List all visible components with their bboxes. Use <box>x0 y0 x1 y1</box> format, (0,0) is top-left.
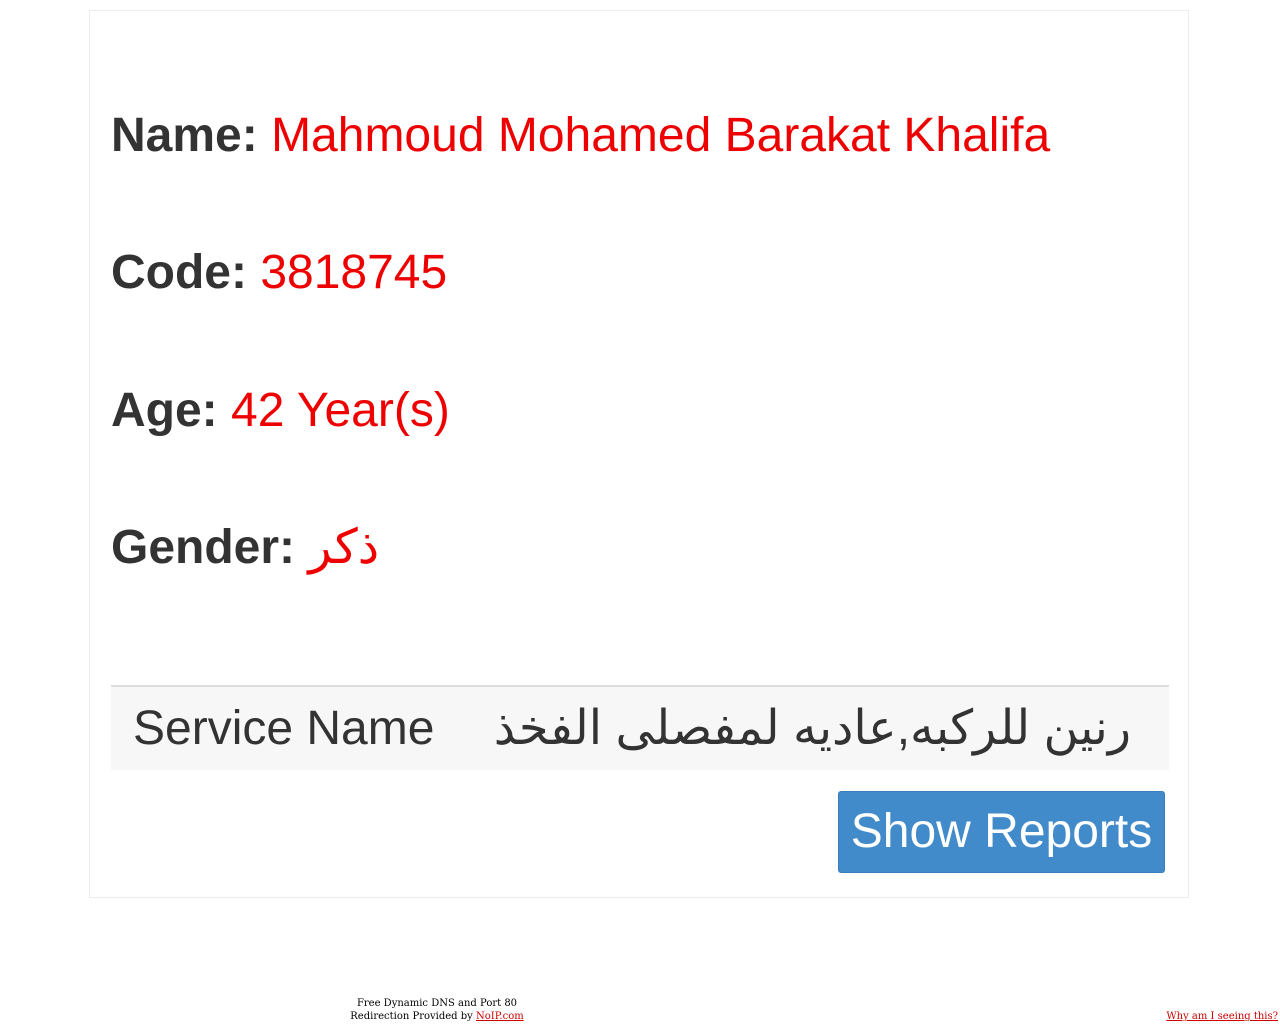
code-label: Code: <box>111 246 247 299</box>
age-field: Age: 42 Year(s) <box>111 383 450 439</box>
gender-value: ذكر <box>308 521 380 574</box>
name-label: Name: <box>111 109 258 162</box>
service-name-value: رنين للركبه,عاديه لمفصلى الفخذ <box>493 702 1131 755</box>
gender-label: Gender: <box>111 521 296 574</box>
code-value: 3818745 <box>260 246 448 299</box>
footer-line-2: Redirection Provided by NoIP.com <box>330 1010 544 1023</box>
age-label: Age: <box>111 384 218 437</box>
why-footer: Why am I seeing this? <box>1166 1010 1278 1023</box>
show-reports-button[interactable]: Show Reports <box>838 791 1165 873</box>
noip-footer: Free Dynamic DNS and Port 80 Redirection… <box>330 997 544 1023</box>
service-name-label: Service Name <box>133 702 435 755</box>
code-field: Code: 3818745 <box>111 245 447 301</box>
name-field: Name: Mahmoud Mohamed Barakat Khalifa <box>111 108 1050 164</box>
footer-line-1: Free Dynamic DNS and Port 80 <box>356 998 518 1009</box>
age-value: 42 Year(s) <box>231 384 450 437</box>
name-value: Mahmoud Mohamed Barakat Khalifa <box>271 109 1051 162</box>
patient-card: Name: Mahmoud Mohamed Barakat Khalifa Co… <box>89 10 1189 898</box>
why-am-i-seeing-this-link[interactable]: Why am I seeing this? <box>1166 1011 1278 1022</box>
noip-link[interactable]: NoIP.com <box>476 1011 524 1022</box>
footer-line-2-prefix: Redirection Provided by <box>350 1011 473 1022</box>
gender-field: Gender: ذكر <box>111 520 379 576</box>
service-row: Service Name رنين للركبه,عاديه لمفصلى ال… <box>111 685 1169 770</box>
